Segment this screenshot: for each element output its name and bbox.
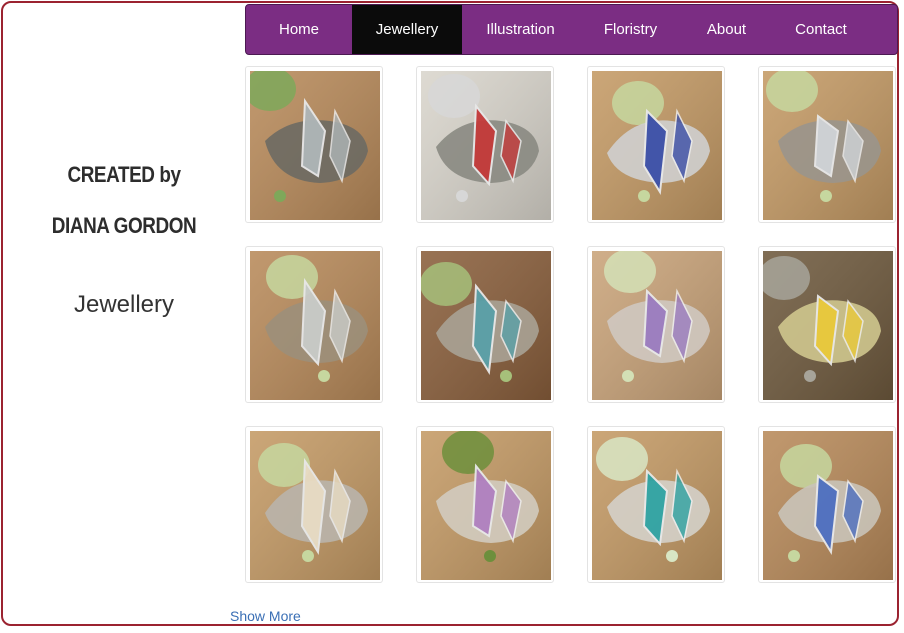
gallery-thumbnail[interactable] <box>758 246 896 403</box>
gallery-thumbnail[interactable] <box>416 426 554 583</box>
jewellery-photo <box>592 251 722 400</box>
gallery-thumbnail[interactable] <box>587 426 725 583</box>
nav-about[interactable]: About <box>682 5 771 54</box>
nav-contact[interactable]: Contact <box>771 5 871 54</box>
gallery-thumbnail[interactable] <box>587 246 725 403</box>
jewellery-photo <box>592 71 722 220</box>
nav-floristry[interactable]: Floristry <box>579 5 682 54</box>
gallery-thumbnail[interactable] <box>416 66 554 223</box>
jewellery-photo <box>763 71 893 220</box>
nav-home[interactable]: Home <box>246 5 352 54</box>
artist-name: DIANA GORDON <box>51 213 197 238</box>
jewellery-photo <box>592 431 722 580</box>
gallery-thumbnail[interactable] <box>245 426 383 583</box>
nav-illustration[interactable]: Illustration <box>462 5 579 54</box>
gallery-thumbnail[interactable] <box>245 246 383 403</box>
jewellery-photo <box>250 71 380 220</box>
jewellery-photo <box>250 251 380 400</box>
gallery-thumbnail[interactable] <box>758 66 896 223</box>
jewellery-photo <box>763 431 893 580</box>
gallery-thumbnail[interactable] <box>758 426 896 583</box>
main-nav: Home Jewellery Illustration Floristry Ab… <box>245 4 898 55</box>
jewellery-photo <box>763 251 893 400</box>
jewellery-photo <box>421 71 551 220</box>
sidebar: CREATED by DIANA GORDON Jewellery <box>20 150 228 319</box>
gallery-thumbnail[interactable] <box>587 66 725 223</box>
created-by-heading: CREATED by <box>67 162 181 187</box>
jewellery-photo <box>250 431 380 580</box>
jewellery-photo <box>421 431 551 580</box>
gallery-thumbnail[interactable] <box>416 246 554 403</box>
nav-jewellery[interactable]: Jewellery <box>352 5 462 54</box>
jewellery-photo <box>421 251 551 400</box>
section-title: Jewellery <box>73 291 175 318</box>
gallery-thumbnail[interactable] <box>245 66 383 223</box>
show-more-link[interactable]: Show More <box>230 608 301 624</box>
